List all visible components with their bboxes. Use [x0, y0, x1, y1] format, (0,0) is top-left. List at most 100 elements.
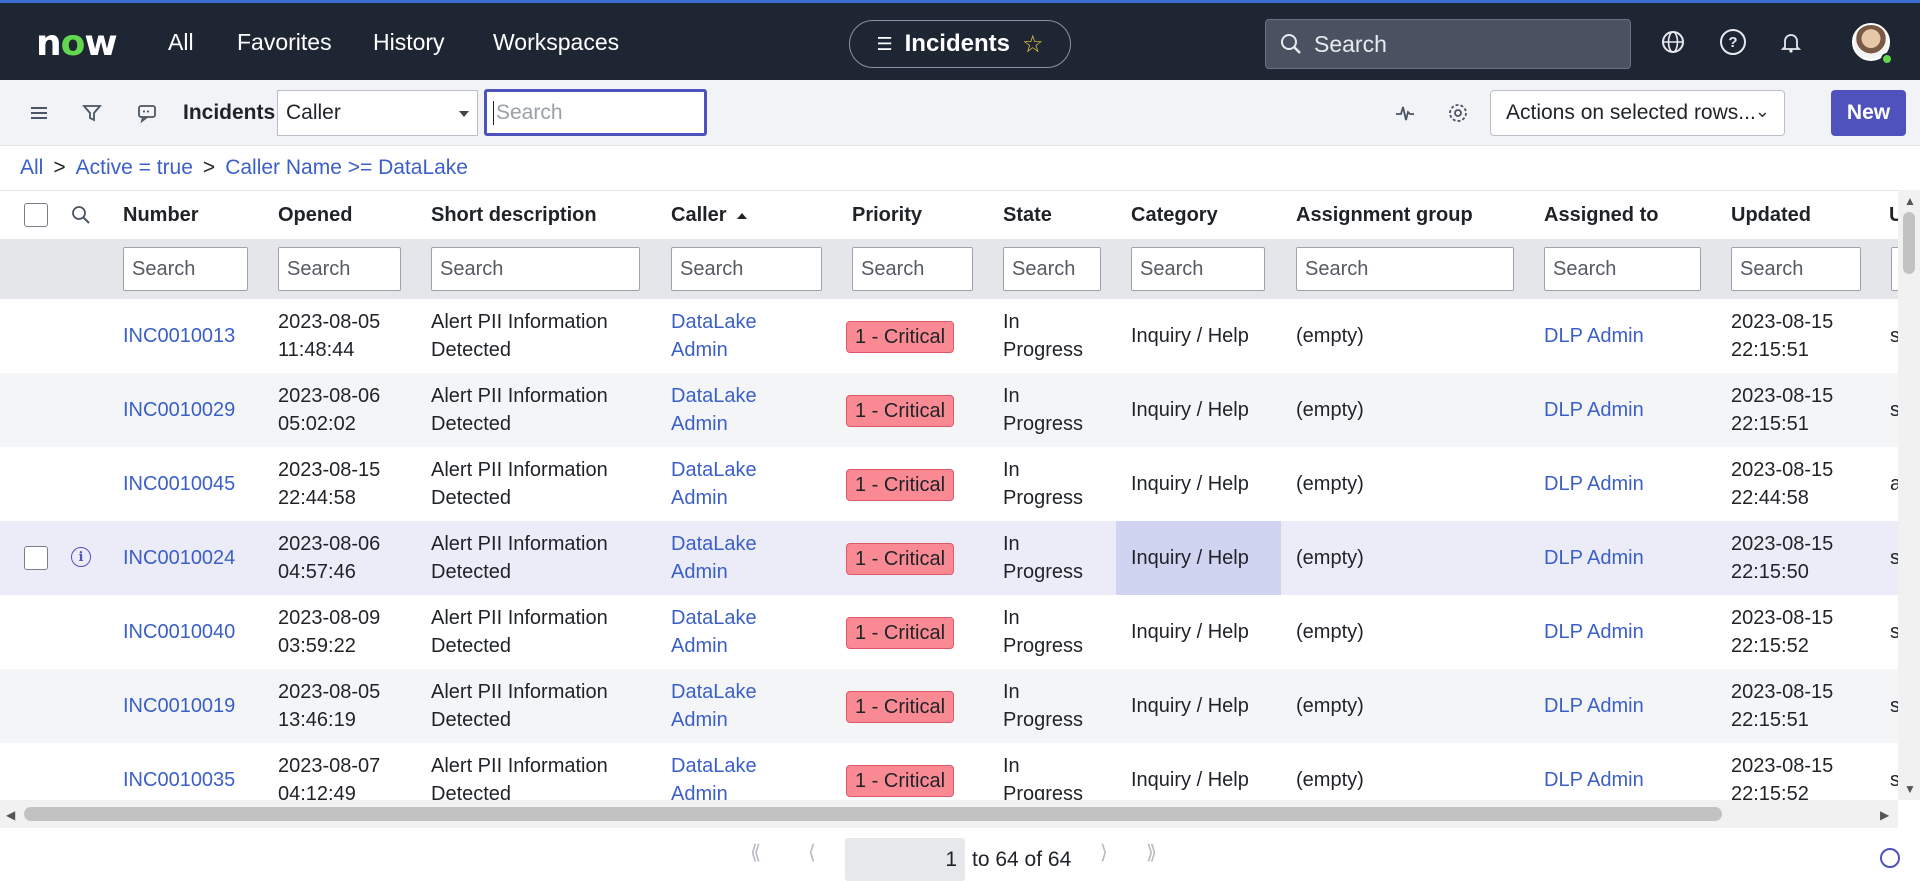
column-assigned-to[interactable]: Assigned to	[1544, 204, 1658, 227]
caller-link[interactable]: DataLake Admin	[671, 382, 757, 438]
new-button[interactable]: New	[1831, 90, 1906, 136]
servicenow-logo[interactable]: now	[36, 23, 118, 64]
nav-workspaces[interactable]: Workspaces	[493, 29, 619, 56]
gear-icon[interactable]	[1447, 102, 1469, 124]
vertical-scrollbar[interactable]: ▲ ▼	[1898, 190, 1920, 800]
truncated-cell: s	[1890, 544, 1898, 572]
filter-caller-input[interactable]: Search	[671, 247, 822, 291]
assigned-to-link[interactable]: DLP Admin	[1544, 766, 1644, 794]
response-time-icon[interactable]	[1880, 848, 1900, 868]
help-icon[interactable]: ?	[1720, 29, 1746, 55]
globe-icon[interactable]	[1660, 29, 1686, 55]
assigned-to-link[interactable]: DLP Admin	[1544, 692, 1644, 720]
incident-number-link[interactable]: INC0010035	[123, 766, 235, 794]
filter-truncated-input[interactable]	[1891, 247, 1898, 291]
filter-category-input[interactable]: Search	[1131, 247, 1265, 291]
category-cell[interactable]: Inquiry / Help	[1131, 544, 1249, 572]
assigned-to-link[interactable]: DLP Admin	[1544, 396, 1644, 424]
list-search-input[interactable]: Search	[484, 89, 707, 136]
breadcrumb-active[interactable]: Active = true	[76, 156, 193, 180]
incident-number-link[interactable]: INC0010013	[123, 322, 235, 350]
scroll-down-icon[interactable]: ▼	[1904, 782, 1916, 796]
hamburger-menu-icon[interactable]	[28, 102, 50, 124]
scroll-left-icon[interactable]: ◀	[6, 808, 15, 822]
column-assignment-group[interactable]: Assignment group	[1296, 204, 1473, 227]
scroll-right-icon[interactable]: ▶	[1880, 808, 1889, 822]
context-title-pill[interactable]: ☰ Incidents ☆	[849, 20, 1071, 68]
table-row[interactable]: INC0010040 2023-08-09 03:59:22 Alert PII …	[0, 595, 1898, 669]
assigned-to-link[interactable]: DLP Admin	[1544, 470, 1644, 498]
filter-icon[interactable]	[81, 102, 103, 124]
incident-number-link[interactable]: INC0010029	[123, 396, 235, 424]
filter-priority-input[interactable]: Search	[852, 247, 973, 291]
select-all-checkbox[interactable]	[24, 203, 48, 227]
nav-all[interactable]: All	[168, 29, 194, 56]
column-short-description[interactable]: Short description	[431, 204, 597, 227]
column-truncated[interactable]: U	[1889, 204, 1898, 227]
column-caller[interactable]: Caller	[671, 204, 747, 227]
first-page-icon[interactable]: ⟪	[750, 840, 761, 865]
column-caller-label: Caller	[671, 204, 727, 226]
incident-number-link[interactable]: INC0010045	[123, 470, 235, 498]
page-number-input[interactable]: 1	[845, 838, 965, 881]
caller-link[interactable]: DataLake Admin	[671, 604, 757, 660]
table-row[interactable]: INC0010013 2023-08-05 11:48:44 Alert PII …	[0, 299, 1898, 373]
context-title: Incidents	[904, 30, 1010, 57]
incident-number-link[interactable]: INC0010024	[123, 544, 235, 572]
star-icon[interactable]: ☆	[1022, 30, 1044, 59]
horizontal-scrollbar[interactable]: ◀ ▶	[0, 800, 1898, 828]
table-row[interactable]: i INC0010024 2023-08-06 04:57:46 Alert PI…	[0, 521, 1898, 595]
activity-pulse-icon[interactable]	[1394, 102, 1416, 124]
updated-cell: 2023-08-15 22:15:52	[1731, 755, 1834, 800]
next-page-icon[interactable]: ⟩	[1100, 840, 1108, 865]
caller-link[interactable]: DataLake Admin	[671, 456, 757, 512]
filter-state-input[interactable]: Search	[1003, 247, 1101, 291]
caller-link[interactable]: DataLake Admin	[671, 308, 757, 364]
filter-opened-input[interactable]: Search	[278, 247, 401, 291]
caller-link[interactable]: DataLake Admin	[671, 530, 757, 586]
previous-page-icon[interactable]: ⟨	[808, 840, 816, 865]
filter-assignment-group-input[interactable]: Search	[1296, 247, 1514, 291]
actions-select[interactable]: Actions on selected rows... ⌄	[1490, 90, 1785, 136]
global-search-input[interactable]: Search	[1265, 19, 1631, 69]
caller-link[interactable]: DataLake Admin	[671, 678, 757, 734]
column-updated[interactable]: Updated	[1731, 204, 1811, 227]
filter-number-input[interactable]: Search	[123, 247, 248, 291]
info-icon[interactable]: i	[71, 547, 91, 567]
table-row[interactable]: INC0010029 2023-08-06 05:02:02 Alert PII …	[0, 373, 1898, 447]
breadcrumb-all[interactable]: All	[20, 156, 43, 180]
column-state[interactable]: State	[1003, 204, 1052, 227]
horizontal-scroll-thumb[interactable]	[24, 807, 1722, 821]
last-page-icon[interactable]: ⟫	[1146, 840, 1157, 865]
assigned-to-link[interactable]: DLP Admin	[1544, 618, 1644, 646]
column-priority[interactable]: Priority	[852, 204, 922, 227]
column-number[interactable]: Number	[123, 204, 199, 227]
search-field-select[interactable]: Caller	[277, 90, 478, 136]
nav-favorites[interactable]: Favorites	[237, 29, 332, 56]
table-row[interactable]: INC0010045 2023-08-15 22:44:58 Alert PII …	[0, 447, 1898, 521]
table-row[interactable]: INC0010035 2023-08-07 04:12:49 Alert PII …	[0, 743, 1898, 800]
nav-history[interactable]: History	[373, 29, 445, 56]
caller-link[interactable]: DataLake Admin	[671, 752, 757, 800]
row-checkbox[interactable]	[24, 546, 48, 570]
table-row[interactable]: INC0010019 2023-08-05 13:46:19 Alert PII …	[0, 669, 1898, 743]
filter-assigned-to-input[interactable]: Search	[1544, 247, 1701, 291]
column-opened[interactable]: Opened	[278, 204, 352, 227]
comment-icon[interactable]	[136, 102, 158, 124]
incident-number-link[interactable]: INC0010040	[123, 618, 235, 646]
notification-bell-icon[interactable]	[1780, 31, 1802, 53]
column-search-icon[interactable]	[71, 205, 91, 225]
opened-cell: 2023-08-15 22:44:58	[278, 459, 381, 509]
assigned-to-link[interactable]: DLP Admin	[1544, 544, 1644, 572]
incident-number-link[interactable]: INC0010019	[123, 692, 235, 720]
state-cell: In Progress	[1003, 311, 1084, 361]
updated-cell: 2023-08-15 22:15:50	[1731, 533, 1834, 583]
column-category[interactable]: Category	[1131, 204, 1218, 227]
filter-description-input[interactable]: Search	[431, 247, 640, 291]
assigned-to-link[interactable]: DLP Admin	[1544, 322, 1644, 350]
breadcrumb-caller[interactable]: Caller Name >= DataLake	[225, 156, 468, 180]
filter-updated-input[interactable]: Search	[1731, 247, 1861, 291]
category-cell: Inquiry / Help	[1131, 473, 1249, 495]
vertical-scroll-thumb[interactable]	[1903, 212, 1915, 274]
scroll-up-icon[interactable]: ▲	[1904, 194, 1916, 208]
